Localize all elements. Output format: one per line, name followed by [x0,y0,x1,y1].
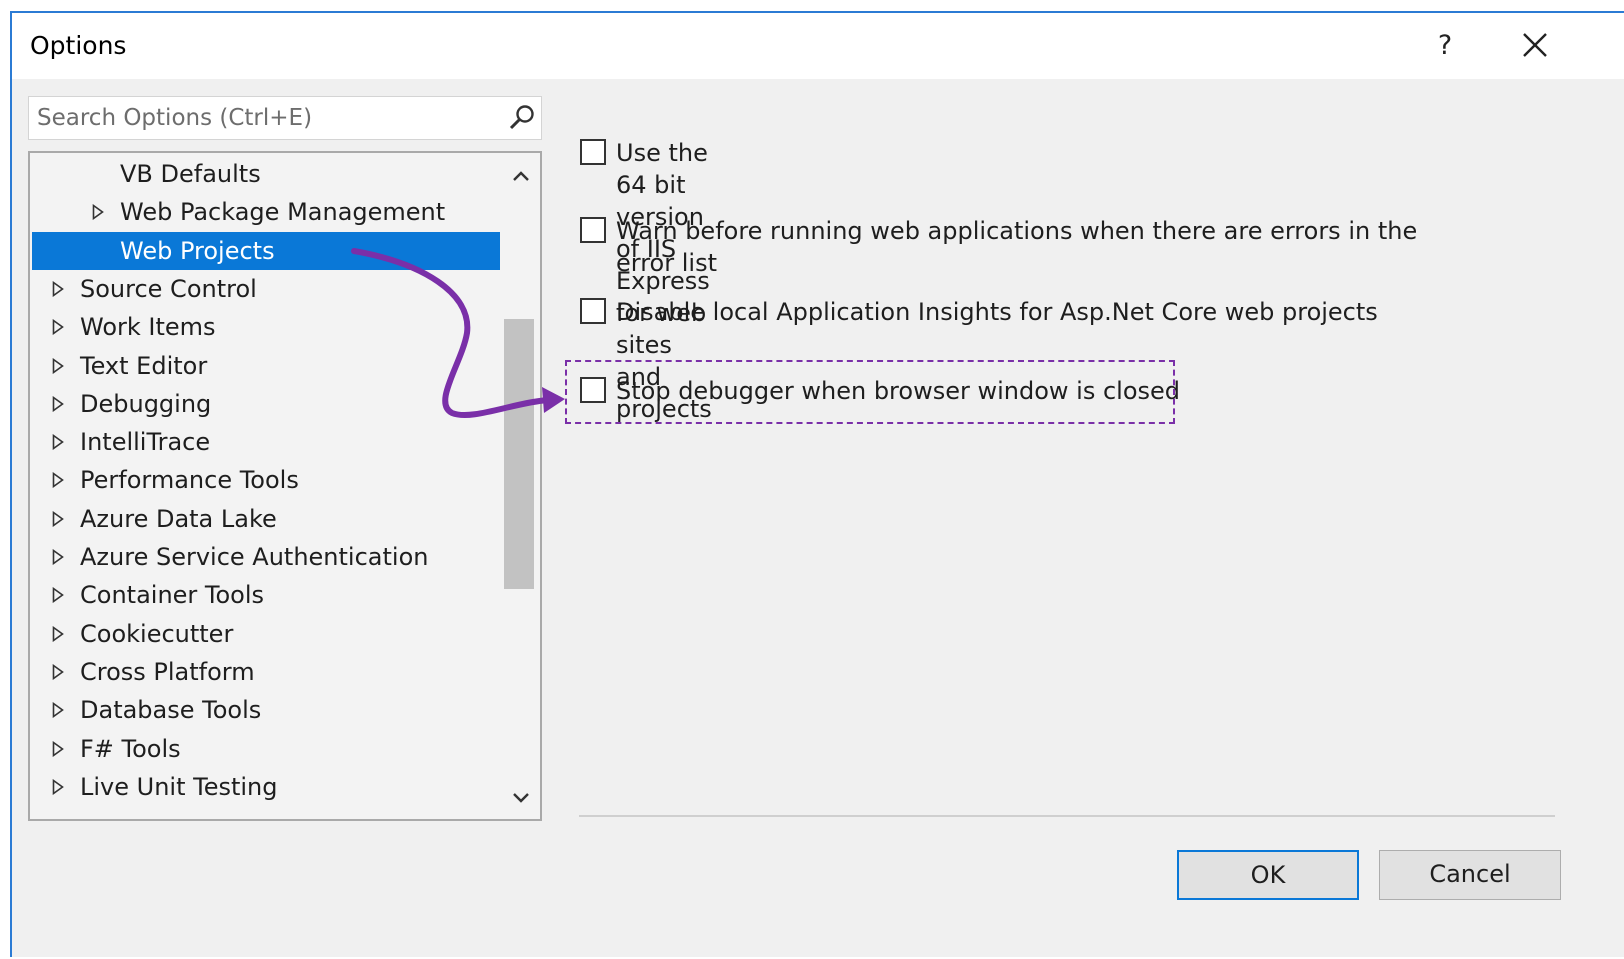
option-label: Disable local Application Insights for A… [616,298,1378,326]
expand-triangle-icon[interactable] [52,395,64,412]
scrollbar-thumb[interactable] [504,319,534,589]
tree-item[interactable]: VB Defaults [32,155,500,193]
expand-triangle-icon[interactable] [52,663,64,680]
search-input[interactable] [37,103,497,133]
help-button[interactable]: ? [1422,23,1468,69]
tree-item[interactable]: Cookiecutter [32,615,500,653]
expand-triangle-icon[interactable] [92,204,104,221]
tree-item[interactable]: Performance Tools [32,461,500,499]
expand-triangle-icon[interactable] [52,625,64,642]
tree-item-label: Web Package Management [120,198,446,227]
ok-button[interactable]: OK [1177,850,1359,900]
tree-item-label: Container Tools [80,581,265,610]
tree-item[interactable]: Work Items [32,308,500,346]
chevron-down-icon[interactable] [510,787,532,809]
tree-item[interactable]: Live Unit Testing [32,768,500,806]
options-dialog: Options ? VB Defaults Web Package Managem… [10,11,1624,957]
expand-triangle-icon[interactable] [52,778,64,795]
expand-triangle-icon[interactable] [52,702,64,719]
checkbox[interactable] [580,139,606,165]
tree-item[interactable]: Azure Service Authentication [32,538,500,576]
expand-triangle-icon[interactable] [52,472,64,489]
expand-triangle-icon[interactable] [52,280,64,297]
tree-scrollbar[interactable] [504,153,540,819]
chevron-up-icon[interactable] [510,165,532,187]
tree-item-selected[interactable]: Web Projects [32,231,500,270]
search-icon[interactable] [507,103,537,133]
tree-item-label: F# Tools [80,734,181,763]
tree-item-label: Azure Service Authentication [80,543,429,571]
checkbox[interactable] [580,217,606,243]
tree-item[interactable]: IntelliTrace [32,423,500,461]
checkbox[interactable] [580,298,606,324]
title-bar: Options ? [12,13,1624,79]
tree-item-label: Database Tools [80,696,262,725]
tree-item-label: Cross Platform [80,657,255,686]
expand-triangle-icon[interactable] [52,434,64,451]
tree-item-label: Azure Data Lake [80,504,277,533]
tree-item-label: Performance Tools [80,466,299,495]
tree-item-label: Live Unit Testing [80,772,278,801]
window-title: Options [30,31,127,60]
tree-item[interactable]: Azure Data Lake [32,500,500,538]
tree-item[interactable]: Cross Platform [32,653,500,691]
tree-item[interactable]: Database Tools [32,691,500,729]
expand-triangle-icon[interactable] [52,740,64,757]
tree-item-label: Work Items [80,313,216,342]
expand-triangle-icon[interactable] [52,319,64,336]
tree-item[interactable]: F# Tools [32,730,500,768]
tree-item-label: Source Control [80,274,257,303]
expand-triangle-icon[interactable] [52,549,64,565]
expand-triangle-icon[interactable] [52,510,64,527]
tree-item[interactable]: Text Editor [32,347,500,385]
option-label: Stop debugger when browser window is clo… [616,377,1180,405]
tree-item-label: Cookiecutter [80,619,234,648]
expand-triangle-icon[interactable] [52,357,64,374]
tree-item[interactable]: Container Tools [32,576,500,614]
option-label: Warn before running web applications whe… [616,217,1418,277]
tree-item-label: Debugging [80,389,212,418]
tree-item-label: Text Editor [80,351,208,380]
close-button[interactable] [1512,23,1558,69]
options-tree: VB Defaults Web Package Management Web Pro… [28,151,542,821]
tree-item[interactable]: Source Control [32,270,500,308]
tree-item-label: VB Defaults [120,160,261,188]
tree-item-label: IntelliTrace [80,428,211,457]
tree-item-label: Web Projects [120,236,275,265]
search-box [28,96,542,140]
annotation-arrowhead [542,387,565,413]
checkbox[interactable] [580,377,606,403]
tree-item[interactable]: Debugging [32,385,500,423]
separator [579,815,1555,817]
close-icon [1523,33,1547,57]
cancel-button[interactable]: Cancel [1379,850,1561,900]
tree-item[interactable]: Web Package Management [32,193,500,231]
expand-triangle-icon[interactable] [52,587,64,604]
